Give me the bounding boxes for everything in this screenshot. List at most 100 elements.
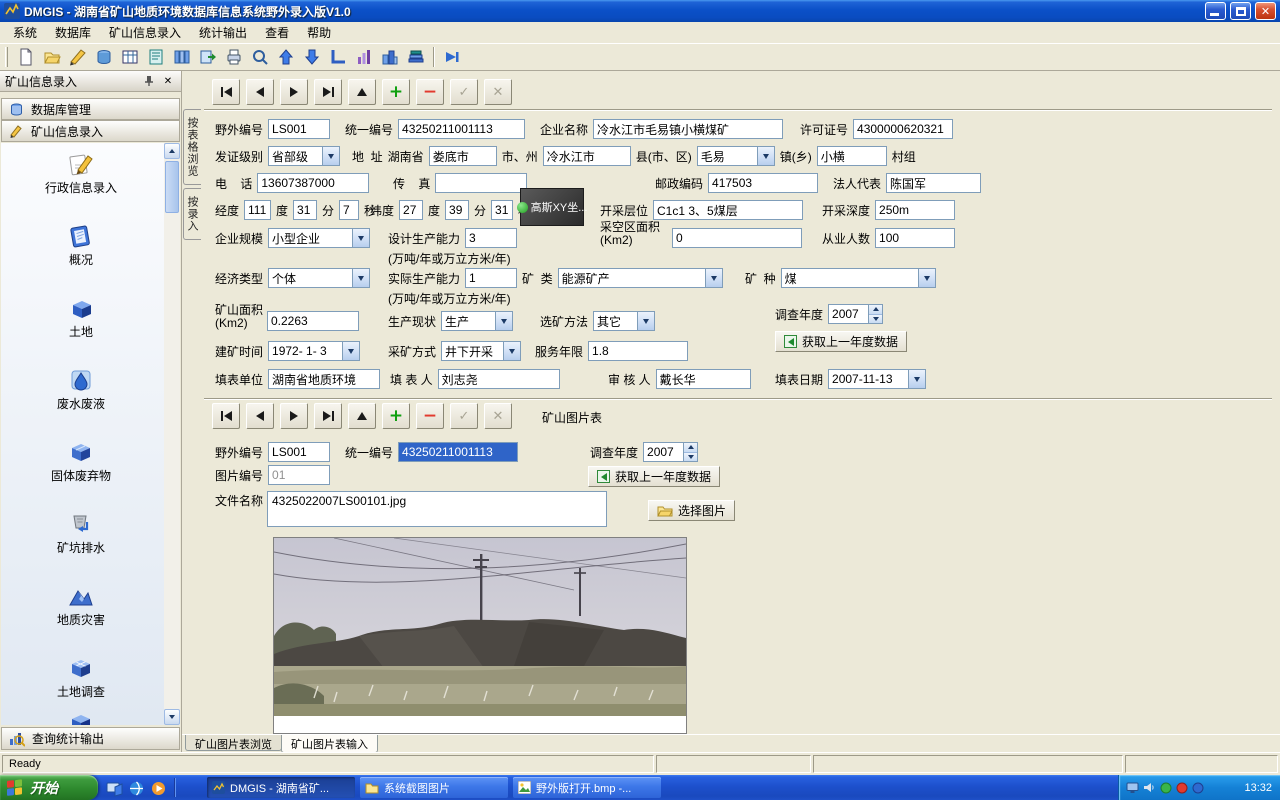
spinner-buttons[interactable] bbox=[683, 442, 698, 462]
sidebar-item-mine-drainage[interactable]: 矿坑排水 bbox=[1, 511, 161, 557]
pin-button[interactable] bbox=[141, 74, 157, 89]
tab-table-browse[interactable]: 按表格浏览 bbox=[183, 109, 201, 185]
pic-unified-no-input[interactable] bbox=[398, 442, 518, 462]
chevron-down-icon[interactable] bbox=[352, 269, 369, 287]
group-mine-info-entry[interactable]: 矿山信息录入 bbox=[1, 120, 180, 142]
actual-capacity-input[interactable] bbox=[465, 268, 517, 288]
mining-horizon-input[interactable] bbox=[653, 200, 803, 220]
mining-depth-input[interactable] bbox=[875, 200, 955, 220]
books-icon[interactable] bbox=[404, 46, 428, 69]
field-no-input[interactable] bbox=[268, 119, 330, 139]
mineral-type-combo[interactable]: 煤 bbox=[781, 268, 936, 288]
enterprise-scale-combo[interactable]: 小型企业 bbox=[268, 228, 370, 248]
minimize-button[interactable] bbox=[1205, 2, 1226, 20]
spin-up-icon[interactable] bbox=[869, 305, 882, 314]
task-dmgis[interactable]: DMGIS - 湖南省矿... bbox=[207, 777, 355, 798]
internet-explorer-icon[interactable] bbox=[128, 779, 146, 797]
pic-prev-record-button[interactable] bbox=[246, 403, 274, 429]
service-life-input[interactable] bbox=[588, 341, 688, 361]
group-query-statistics[interactable]: 查询统计输出 bbox=[1, 727, 180, 750]
spin-down-icon[interactable] bbox=[684, 452, 697, 462]
reviewer-input[interactable] bbox=[656, 369, 751, 389]
longitude-min-input[interactable] bbox=[293, 200, 317, 220]
sidebar-item-land-survey[interactable]: 土地调查 bbox=[1, 655, 161, 701]
scroll-down-button[interactable] bbox=[164, 709, 180, 725]
post-record-button[interactable]: ✓ bbox=[450, 79, 478, 105]
spinner-buttons[interactable] bbox=[868, 304, 883, 324]
media-player-icon[interactable] bbox=[150, 779, 168, 797]
new-document-icon[interactable] bbox=[14, 46, 38, 69]
legal-rep-input[interactable] bbox=[886, 173, 981, 193]
latitude-sec-input[interactable] bbox=[491, 200, 513, 220]
beneficiation-combo[interactable]: 其它 bbox=[593, 311, 655, 331]
form-date-combo[interactable]: 2007-11-13 bbox=[828, 369, 926, 389]
sidebar-item-overview[interactable]: 概况 bbox=[1, 223, 161, 269]
sidebar-item-admin-entry[interactable]: 行政信息录入 bbox=[1, 151, 161, 197]
first-record-button[interactable] bbox=[212, 79, 240, 105]
sidebar-item-land[interactable]: 土地 bbox=[1, 295, 161, 341]
unified-no-input[interactable] bbox=[398, 119, 525, 139]
up-arrow-icon[interactable] bbox=[274, 46, 298, 69]
sidebar-item-wastewater[interactable]: 废水废液 bbox=[1, 367, 161, 413]
scroll-up-button[interactable] bbox=[164, 143, 180, 159]
database-icon[interactable] bbox=[92, 46, 116, 69]
toolbar-drag-handle[interactable] bbox=[5, 47, 8, 67]
design-capacity-input[interactable] bbox=[465, 228, 517, 248]
maximize-button[interactable] bbox=[1230, 2, 1251, 20]
next-record-button[interactable] bbox=[280, 79, 308, 105]
chevron-down-icon[interactable] bbox=[322, 147, 339, 165]
chevron-down-icon[interactable] bbox=[637, 312, 654, 330]
tab-picture-browse[interactable]: 矿山图片表浏览 bbox=[185, 735, 282, 751]
pic-next-record-button[interactable] bbox=[280, 403, 308, 429]
pic-fetch-previous-year-button[interactable]: 获取上一年度数据 bbox=[588, 466, 720, 487]
open-folder-icon[interactable] bbox=[40, 46, 64, 69]
menu-view[interactable]: 查看 bbox=[256, 21, 298, 44]
longitude-sec-input[interactable] bbox=[339, 200, 359, 220]
delete-record-button[interactable]: − bbox=[416, 79, 444, 105]
printer-icon[interactable] bbox=[222, 46, 246, 69]
pic-insert-record-button[interactable]: + bbox=[382, 403, 410, 429]
pic-post-record-button[interactable]: ✓ bbox=[450, 403, 478, 429]
pic-refresh-record-button[interactable] bbox=[348, 403, 376, 429]
choose-picture-button[interactable]: 选择图片 bbox=[648, 500, 735, 521]
chevron-down-icon[interactable] bbox=[342, 342, 359, 360]
close-button[interactable]: ✕ bbox=[1255, 2, 1276, 20]
sidebar-item-partial[interactable] bbox=[1, 709, 161, 725]
menu-help[interactable]: 帮助 bbox=[298, 21, 340, 44]
chevron-down-icon[interactable] bbox=[757, 147, 774, 165]
refresh-record-button[interactable] bbox=[348, 79, 376, 105]
chevron-down-icon[interactable] bbox=[503, 342, 520, 360]
chevron-down-icon[interactable] bbox=[495, 312, 512, 330]
latitude-deg-input[interactable] bbox=[399, 200, 423, 220]
pic-no-input[interactable] bbox=[268, 465, 330, 485]
mineral-class-combo[interactable]: 能源矿产 bbox=[558, 268, 723, 288]
license-no-input[interactable] bbox=[853, 119, 953, 139]
fetch-previous-year-button[interactable]: 获取上一年度数据 bbox=[775, 331, 907, 352]
mining-method-combo[interactable]: 井下开采 bbox=[441, 341, 521, 361]
zip-input[interactable] bbox=[708, 173, 818, 193]
prev-record-button[interactable] bbox=[246, 79, 274, 105]
form-icon[interactable] bbox=[144, 46, 168, 69]
menu-system[interactable]: 系统 bbox=[4, 21, 46, 44]
spin-up-icon[interactable] bbox=[684, 443, 697, 452]
task-bmp-image[interactable]: 野外版打开.bmp -... bbox=[513, 777, 661, 798]
build-date-combo[interactable]: 1972- 1- 3 bbox=[268, 341, 360, 361]
cancel-record-button[interactable]: ✕ bbox=[484, 79, 512, 105]
chevron-down-icon[interactable] bbox=[908, 370, 925, 388]
survey-year-spinner[interactable] bbox=[828, 304, 883, 324]
pic-last-record-button[interactable] bbox=[314, 403, 342, 429]
pic-field-no-input[interactable] bbox=[268, 442, 330, 462]
export-icon[interactable] bbox=[196, 46, 220, 69]
pic-delete-record-button[interactable]: − bbox=[416, 403, 444, 429]
town-input[interactable] bbox=[817, 146, 887, 166]
mine-area-input[interactable] bbox=[267, 311, 359, 331]
edit-pencil-icon[interactable] bbox=[66, 46, 90, 69]
forward-arrow-icon[interactable] bbox=[440, 46, 464, 69]
search-icon[interactable] bbox=[248, 46, 272, 69]
sidebar-item-solid-waste[interactable]: 固体废弃物 bbox=[1, 439, 161, 485]
production-status-combo[interactable]: 生产 bbox=[441, 311, 513, 331]
tab-entry-mode[interactable]: 按录入 bbox=[183, 188, 201, 240]
table-icon[interactable] bbox=[118, 46, 142, 69]
license-level-combo[interactable]: 省部级 bbox=[268, 146, 340, 166]
employees-input[interactable] bbox=[875, 228, 955, 248]
